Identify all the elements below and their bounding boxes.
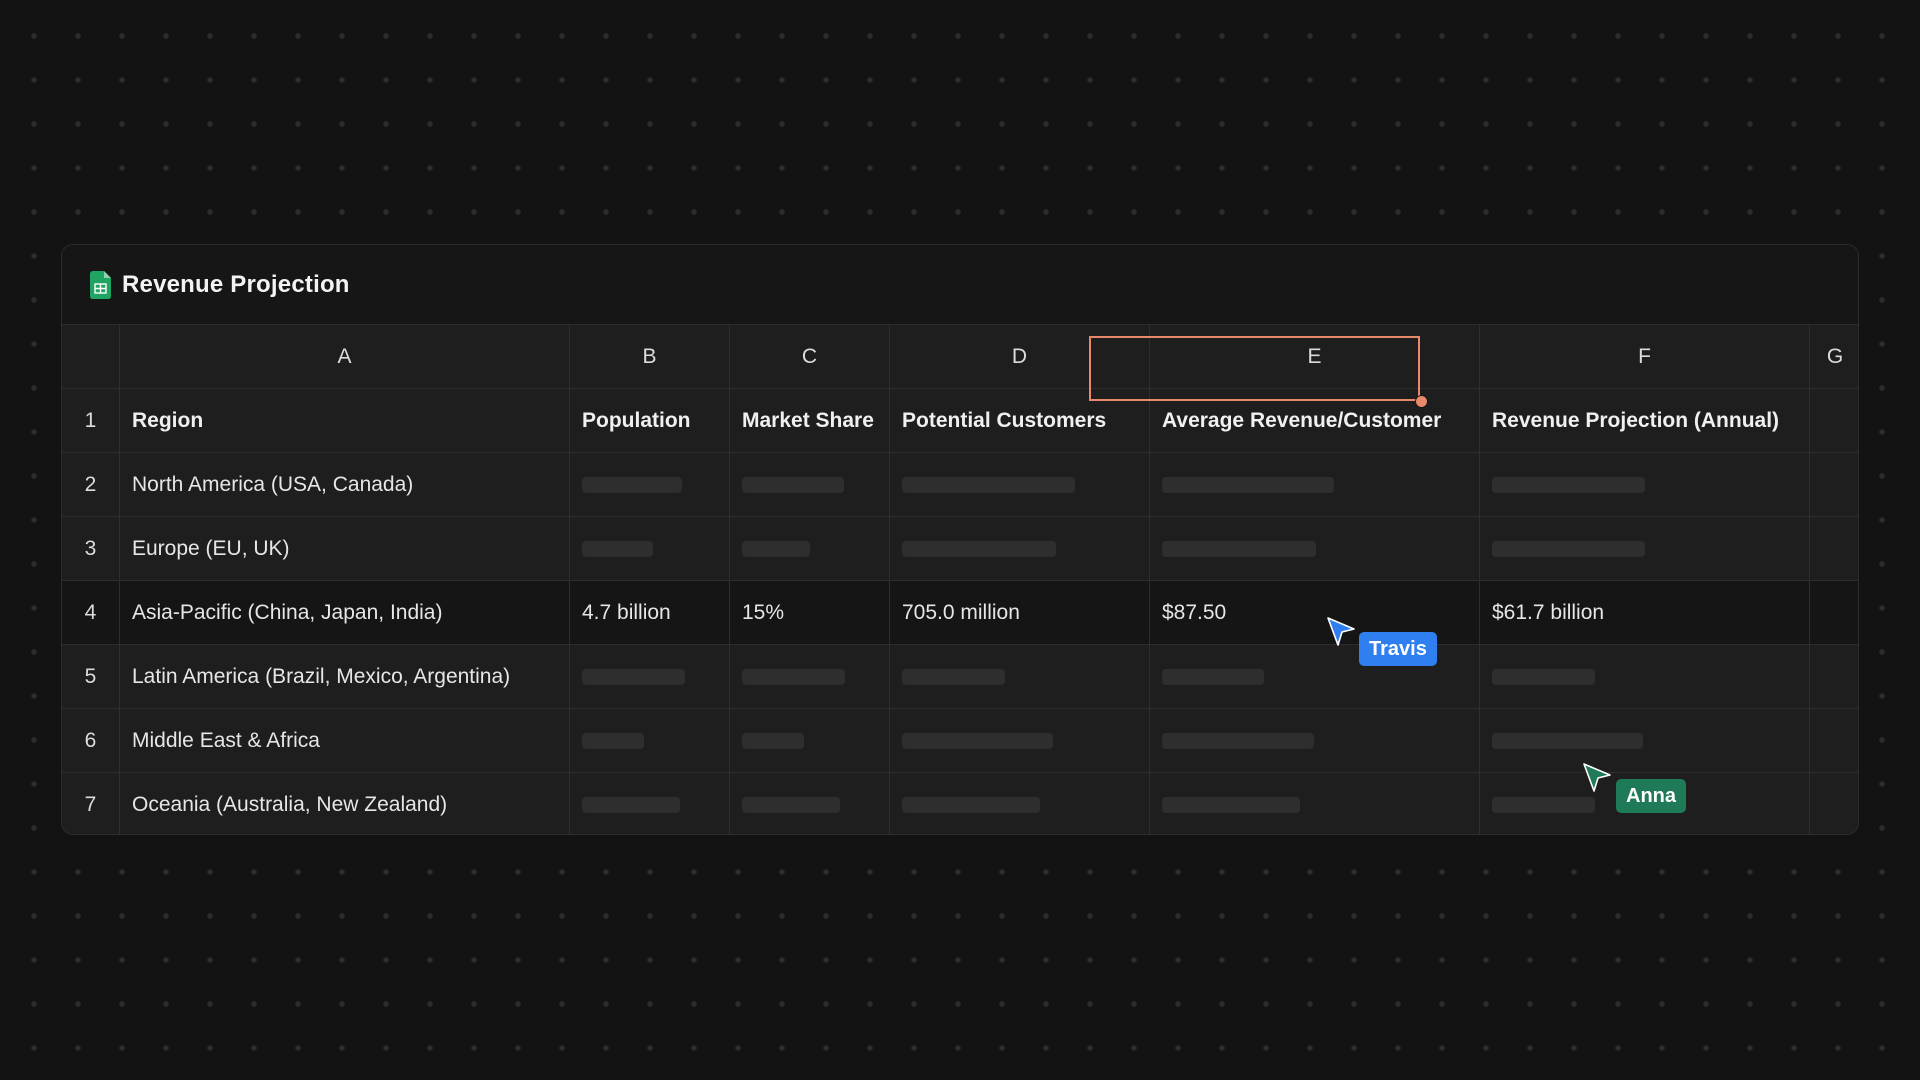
fill-handle[interactable]	[1415, 395, 1428, 408]
loading-placeholder	[1162, 732, 1314, 749]
column-header-b[interactable]: B	[570, 325, 730, 389]
loading-placeholder	[1162, 668, 1264, 685]
cell-f4[interactable]: $61.7 billion	[1480, 581, 1810, 645]
row-header[interactable]: 1	[62, 389, 120, 453]
collaborator-tag-travis: Travis	[1359, 632, 1437, 666]
loading-placeholder	[1162, 796, 1300, 813]
column-header-d[interactable]: D	[890, 325, 1150, 389]
sheet-header: Revenue Projection	[62, 245, 1858, 325]
row-header[interactable]: 2	[62, 453, 120, 517]
column-header-a[interactable]: A	[120, 325, 570, 389]
cell-g6[interactable]	[1810, 709, 1858, 773]
cell-e2[interactable]	[1150, 453, 1480, 517]
cell-d1[interactable]: Potential Customers	[890, 389, 1150, 453]
cell-b7[interactable]	[570, 773, 730, 834]
cell-d5[interactable]	[890, 645, 1150, 709]
pointer-cursor-icon	[1327, 617, 1355, 646]
collaborator-tag-anna: Anna	[1616, 779, 1686, 813]
cell-b2[interactable]	[570, 453, 730, 517]
cell-f3[interactable]	[1480, 517, 1810, 581]
cell-b5[interactable]	[570, 645, 730, 709]
cell-a5[interactable]: Latin America (Brazil, Mexico, Argentina…	[120, 645, 570, 709]
cell-c5[interactable]	[730, 645, 890, 709]
cell-d4[interactable]: 705.0 million	[890, 581, 1150, 645]
loading-placeholder	[902, 732, 1053, 749]
cell-f6[interactable]	[1480, 709, 1810, 773]
column-header-f[interactable]: F	[1480, 325, 1810, 389]
row-header[interactable]: 7	[62, 773, 120, 834]
pointer-cursor-icon	[1583, 763, 1611, 792]
cell-f1[interactable]: Revenue Projection (Annual)	[1480, 389, 1810, 453]
loading-placeholder	[742, 732, 804, 749]
loading-placeholder	[1162, 476, 1334, 493]
loading-placeholder	[1492, 796, 1595, 813]
cell-g1[interactable]	[1810, 389, 1858, 453]
loading-placeholder	[902, 668, 1005, 685]
row-header[interactable]: 5	[62, 645, 120, 709]
cell-b4[interactable]: 4.7 billion	[570, 581, 730, 645]
cell-a4[interactable]: Asia-Pacific (China, Japan, India)	[120, 581, 570, 645]
cell-e3[interactable]	[1150, 517, 1480, 581]
loading-placeholder	[582, 540, 653, 557]
cell-d6[interactable]	[890, 709, 1150, 773]
cell-d3[interactable]	[890, 517, 1150, 581]
loading-placeholder	[742, 668, 845, 685]
loading-placeholder	[1162, 540, 1316, 557]
cell-c1[interactable]: Market Share	[730, 389, 890, 453]
loading-placeholder	[582, 476, 682, 493]
loading-placeholder	[1492, 476, 1645, 493]
loading-placeholder	[742, 796, 840, 813]
cell-g5[interactable]	[1810, 645, 1858, 709]
cell-c6[interactable]	[730, 709, 890, 773]
cell-a3[interactable]: Europe (EU, UK)	[120, 517, 570, 581]
cell-c7[interactable]	[730, 773, 890, 834]
cell-a6[interactable]: Middle East & Africa	[120, 709, 570, 773]
spreadsheet-card: Revenue Projection A B C D E F G 1 Regio…	[61, 244, 1859, 835]
cell-g2[interactable]	[1810, 453, 1858, 517]
spreadsheet-grid: A B C D E F G 1 Region Population Market…	[62, 325, 1858, 834]
cell-g4[interactable]	[1810, 581, 1858, 645]
loading-placeholder	[1492, 540, 1645, 557]
cell-d7[interactable]	[890, 773, 1150, 834]
corner-cell[interactable]	[62, 325, 120, 389]
cell-a1[interactable]: Region	[120, 389, 570, 453]
loading-placeholder	[742, 476, 844, 493]
cell-b3[interactable]	[570, 517, 730, 581]
row-header[interactable]: 4	[62, 581, 120, 645]
cell-g7[interactable]	[1810, 773, 1858, 834]
cell-d2[interactable]	[890, 453, 1150, 517]
row-header[interactable]: 6	[62, 709, 120, 773]
loading-placeholder	[582, 796, 680, 813]
document-title: Revenue Projection	[122, 270, 350, 298]
cell-c2[interactable]	[730, 453, 890, 517]
spreadsheet-icon	[90, 270, 111, 299]
cell-e6[interactable]	[1150, 709, 1480, 773]
column-header-e[interactable]: E	[1150, 325, 1480, 389]
loading-placeholder	[902, 476, 1075, 493]
loading-placeholder	[902, 540, 1056, 557]
loading-placeholder	[742, 540, 810, 557]
cell-e1[interactable]: Average Revenue/Customer	[1150, 389, 1480, 453]
cell-e7[interactable]	[1150, 773, 1480, 834]
column-header-g[interactable]: G	[1810, 325, 1858, 389]
loading-placeholder	[1492, 732, 1643, 749]
loading-placeholder	[1492, 668, 1595, 685]
cell-b1[interactable]: Population	[570, 389, 730, 453]
loading-placeholder	[902, 796, 1040, 813]
column-header-c[interactable]: C	[730, 325, 890, 389]
cell-a2[interactable]: North America (USA, Canada)	[120, 453, 570, 517]
cell-g3[interactable]	[1810, 517, 1858, 581]
loading-placeholder	[582, 732, 644, 749]
loading-placeholder	[582, 668, 685, 685]
cell-a7[interactable]: Oceania (Australia, New Zealand)	[120, 773, 570, 834]
cell-f5[interactable]	[1480, 645, 1810, 709]
cell-b6[interactable]	[570, 709, 730, 773]
cell-f2[interactable]	[1480, 453, 1810, 517]
cell-c4[interactable]: 15%	[730, 581, 890, 645]
cell-c3[interactable]	[730, 517, 890, 581]
row-header[interactable]: 3	[62, 517, 120, 581]
